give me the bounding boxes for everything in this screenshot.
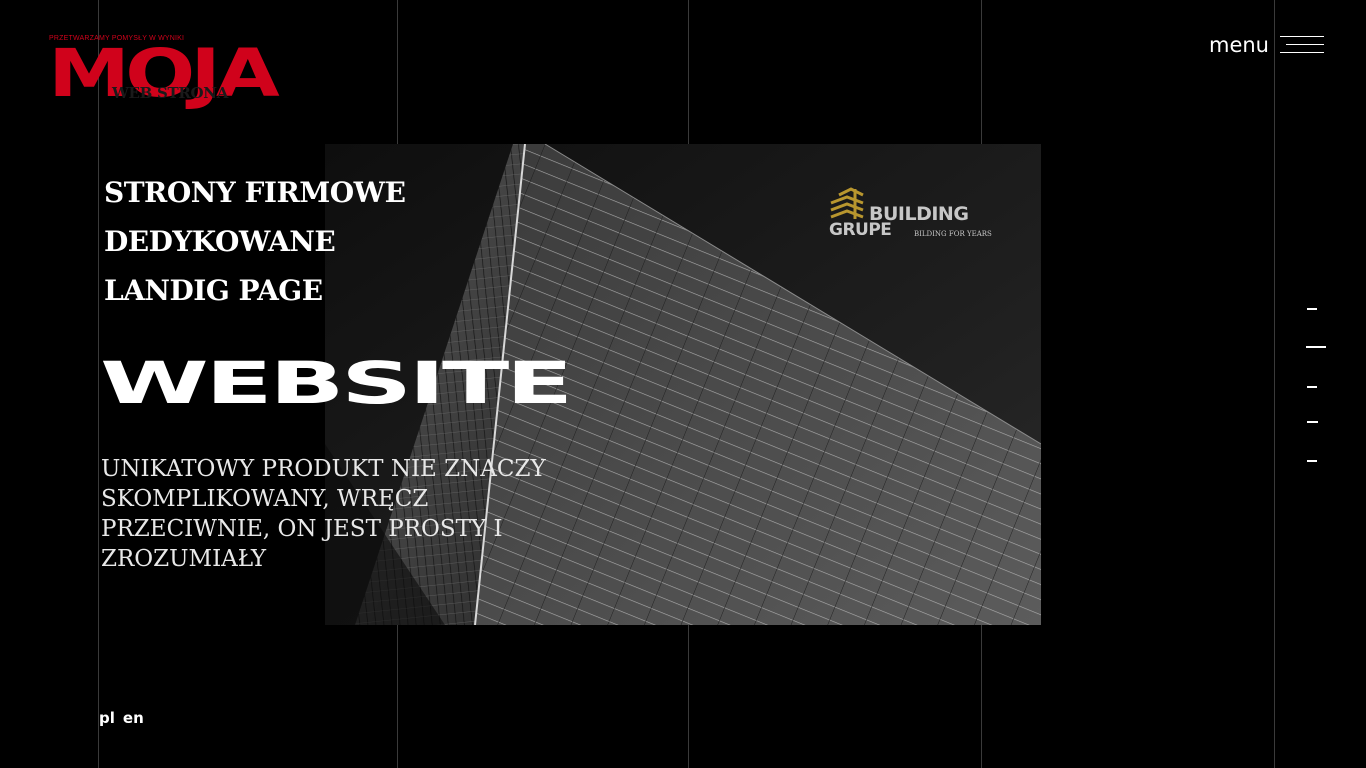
grid-line bbox=[1274, 0, 1275, 768]
service-item[interactable]: STRONY FIRMOWE bbox=[104, 168, 406, 217]
site-logo[interactable]: PRZETWARZAMY POMYSŁY W WYNIKI MOJA WEB S… bbox=[48, 35, 306, 111]
client-logo-tagline: BILDING FOR YEARS bbox=[914, 230, 992, 238]
client-logo: BUILDING GRUPE BILDING FOR YEARS bbox=[829, 187, 999, 243]
slide-indicator-active[interactable] bbox=[1306, 346, 1326, 348]
menu-label: menu bbox=[1209, 33, 1269, 57]
lang-pl-link[interactable]: pl bbox=[99, 709, 115, 727]
service-item[interactable]: DEDYKOWANE bbox=[104, 217, 405, 266]
logo-subtitle: WEB STRONA bbox=[112, 84, 229, 102]
lang-en-link[interactable]: en bbox=[123, 709, 144, 727]
slide-indicator[interactable] bbox=[1307, 308, 1317, 310]
language-switcher: pl en bbox=[99, 709, 144, 727]
slide-navigation bbox=[1300, 300, 1330, 470]
service-item[interactable]: LANDIG PAGE bbox=[104, 266, 405, 315]
client-logo-line2: GRUPE bbox=[829, 220, 892, 240]
slide-indicator[interactable] bbox=[1307, 421, 1318, 423]
grid-line bbox=[98, 0, 99, 768]
slide-indicator[interactable] bbox=[1307, 460, 1317, 462]
services-list: STRONY FIRMOWE DEDYKOWANE LANDIG PAGE bbox=[104, 168, 406, 315]
hamburger-icon bbox=[1280, 32, 1324, 58]
slide-indicator[interactable] bbox=[1307, 386, 1317, 388]
menu-button[interactable]: menu bbox=[1209, 30, 1324, 60]
hero-title: WEBSITE bbox=[100, 349, 573, 417]
hero-description: UNIKATOWY PRODUKT NIE ZNACZY SKOMPLIKOWA… bbox=[101, 456, 546, 572]
